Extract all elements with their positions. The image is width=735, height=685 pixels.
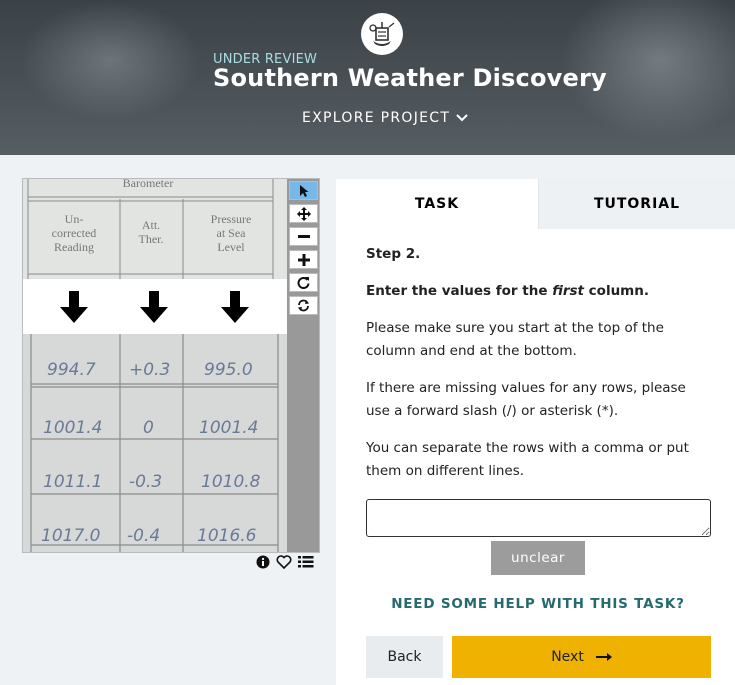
cell-r2c1: 1001.4 <box>43 418 102 438</box>
task-instruction: Enter the values for the first column. <box>366 283 649 299</box>
move-icon[interactable] <box>289 204 318 223</box>
tab-task[interactable]: TASK <box>336 179 538 229</box>
task-panel: TASK TUTORIAL Step 2. Enter the values f… <box>336 179 735 685</box>
task-help-text-3: You can separate the rows with a comma o… <box>366 440 689 479</box>
task-help-text-2: If there are missing values for any rows… <box>366 380 686 419</box>
subject-meta-icons <box>256 555 314 569</box>
back-button[interactable]: Back <box>366 636 443 678</box>
cell-r3c2: -0.3 <box>129 472 162 492</box>
explore-project-dropdown[interactable]: EXPLORE PROJECT <box>302 110 468 126</box>
column-header-3: Pressure <box>211 212 252 226</box>
column-header-2: Att. <box>142 218 160 232</box>
unclear-button[interactable]: unclear <box>491 541 585 575</box>
cell-r2c2: 0 <box>143 418 154 438</box>
reset-icon[interactable] <box>289 296 318 315</box>
cell-r1c3: 995.0 <box>204 360 253 380</box>
next-label: Next <box>551 649 584 665</box>
info-icon[interactable] <box>256 555 270 569</box>
cell-r3c3: 1010.8 <box>201 472 261 492</box>
project-logo[interactable] <box>361 13 403 55</box>
cell-r4c1: 1017.0 <box>41 526 100 546</box>
rotate-icon[interactable] <box>289 273 318 292</box>
svg-text:Ther.: Ther. <box>139 232 164 246</box>
step-label: Step 2. <box>366 246 421 262</box>
cell-r1c1: 994.7 <box>47 360 96 380</box>
zoom-in-icon[interactable] <box>289 250 318 269</box>
tab-tutorial[interactable]: TUTORIAL <box>538 179 735 229</box>
cell-r4c2: -0.4 <box>127 526 160 546</box>
cell-r1c2: +0.3 <box>129 360 170 380</box>
explore-project-label: EXPLORE PROJECT <box>302 110 451 126</box>
svg-text:Reading: Reading <box>54 240 94 254</box>
answer-textarea[interactable] <box>366 499 711 537</box>
collections-list-icon[interactable] <box>298 555 314 569</box>
svg-text:corrected: corrected <box>52 226 97 240</box>
pointer-icon[interactable] <box>289 181 318 200</box>
task-content: Step 2. Enter the values for the first c… <box>366 243 711 497</box>
subject-heading: Barometer <box>123 179 174 190</box>
task-tabs: TASK TUTORIAL <box>336 179 735 229</box>
need-help-link[interactable]: NEED SOME HELP WITH THIS TASK? <box>336 596 735 612</box>
cell-r2c3: 1001.4 <box>199 418 258 438</box>
arrow-right-icon <box>595 653 612 661</box>
heart-icon[interactable] <box>276 555 292 569</box>
cell-r4c3: 1016.6 <box>197 526 257 546</box>
subject-image[interactable]: Barometer Un- corrected Reading Att. The… <box>23 179 287 552</box>
cell-r3c1: 1011.1 <box>43 472 102 492</box>
zoom-out-icon[interactable] <box>289 227 318 246</box>
subject-viewer: Barometer Un- corrected Reading Att. The… <box>22 178 320 553</box>
column-header-1: Un- <box>65 212 84 226</box>
svg-text:at Sea: at Sea <box>217 226 247 240</box>
task-help-text-1: Please make sure you start at the top of… <box>366 320 664 359</box>
viewer-toolbar <box>287 179 319 552</box>
svg-text:Level: Level <box>217 240 245 254</box>
chevron-down-icon <box>456 114 468 122</box>
next-button[interactable]: Next <box>452 636 711 678</box>
project-title[interactable]: Southern Weather Discovery <box>213 64 607 92</box>
project-header: UNDER REVIEW Southern Weather Discovery … <box>0 0 735 155</box>
